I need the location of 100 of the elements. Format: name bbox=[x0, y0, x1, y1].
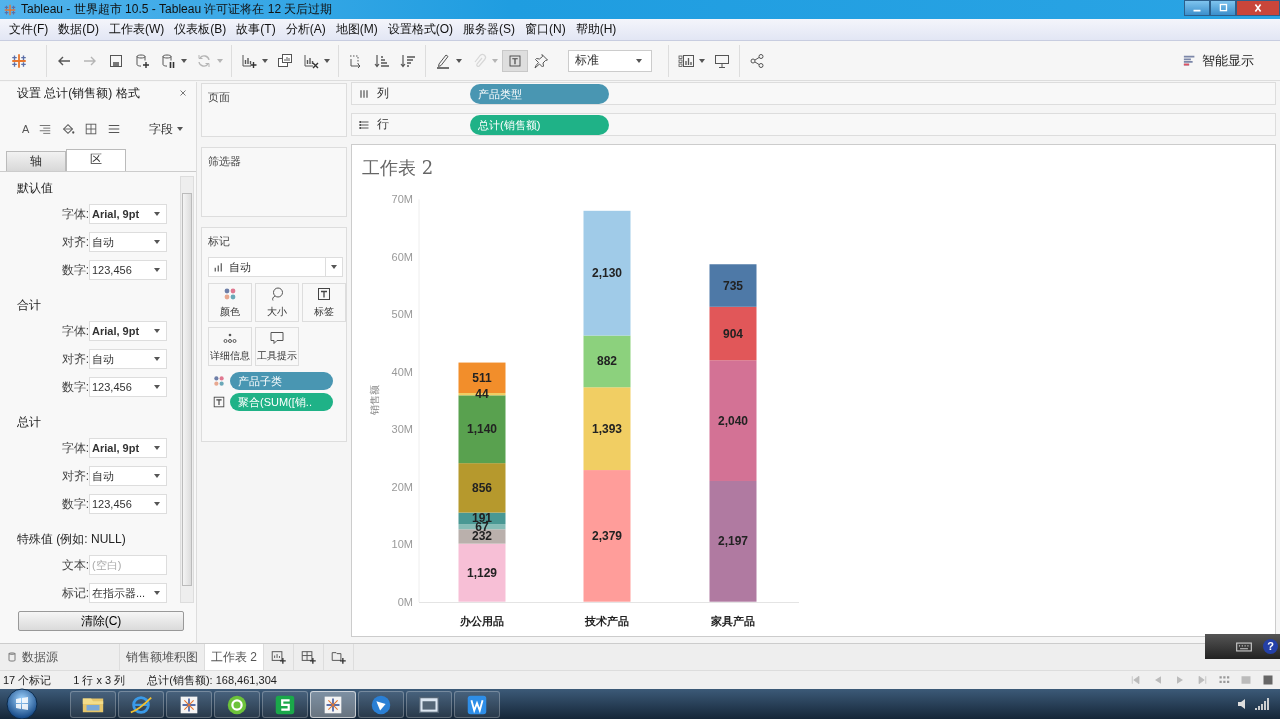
menu-item[interactable]: 分析(A) bbox=[280, 21, 331, 38]
taskbar-app-icon[interactable] bbox=[310, 690, 356, 718]
caret-icon[interactable] bbox=[455, 56, 463, 65]
taskbar-app-icon[interactable] bbox=[406, 690, 452, 718]
status-text: 17 个标记 bbox=[3, 672, 52, 688]
tooltip-button[interactable]: 工具提示 bbox=[255, 327, 299, 366]
borders-icon[interactable] bbox=[84, 122, 99, 136]
bar-segment[interactable] bbox=[583, 335, 631, 388]
caret-icon[interactable] bbox=[635, 56, 643, 65]
taskbar-app-icon[interactable] bbox=[70, 690, 116, 718]
label-button[interactable]: 标签 bbox=[302, 283, 346, 322]
data-label: 2,130 bbox=[592, 266, 622, 281]
color-icon bbox=[222, 286, 238, 302]
menu-item[interactable]: 地图(M) bbox=[330, 21, 383, 38]
text-field[interactable]: (空白) bbox=[89, 555, 167, 575]
menu-item[interactable]: 帮助(H) bbox=[570, 21, 622, 38]
data-label: 2,040 bbox=[718, 413, 748, 428]
data-source-tab[interactable]: 数据源 bbox=[0, 644, 120, 670]
bar-segment[interactable] bbox=[709, 306, 757, 361]
dropdown[interactable]: Arial, 9pt bbox=[89, 321, 167, 341]
menu-item[interactable]: 故事(T) bbox=[231, 21, 281, 38]
menu-item[interactable]: 工作表(W) bbox=[104, 21, 170, 38]
panel-tab[interactable]: 区 bbox=[66, 149, 126, 171]
minimize-button[interactable] bbox=[1184, 0, 1210, 16]
taskbar-app-icon[interactable] bbox=[118, 690, 164, 718]
category-label: 家具产品 bbox=[711, 615, 755, 627]
caret-icon[interactable] bbox=[323, 56, 331, 65]
detail-button[interactable]: 详细信息 bbox=[208, 327, 252, 366]
section-title: 总计 bbox=[17, 414, 42, 431]
start-button[interactable] bbox=[6, 688, 38, 719]
align-icon[interactable] bbox=[38, 122, 53, 136]
menu-item[interactable]: 文件(F) bbox=[4, 21, 54, 38]
axis-title: 销售额 bbox=[369, 385, 380, 415]
taskbar-app-icon[interactable] bbox=[214, 690, 260, 718]
field-label: 对齐: bbox=[60, 233, 89, 251]
dropdown[interactable]: 自动 bbox=[89, 232, 167, 252]
data-label: 511 bbox=[472, 370, 492, 385]
logo-icon[interactable] bbox=[10, 51, 28, 70]
fields-menu[interactable]: 字段 bbox=[149, 120, 184, 138]
caret-icon[interactable] bbox=[261, 56, 269, 65]
full-view-icon[interactable] bbox=[1262, 674, 1274, 686]
bar-segment[interactable] bbox=[458, 463, 506, 513]
dropdown[interactable]: 123,456 bbox=[89, 260, 167, 280]
maximize-button[interactable] bbox=[1210, 0, 1236, 16]
signal-icon[interactable] bbox=[1254, 696, 1270, 712]
fit-dropdown[interactable]: 标准 bbox=[568, 49, 652, 72]
card-title: 筛选器 bbox=[208, 154, 242, 169]
sheet-tab[interactable]: 工作表 2 bbox=[205, 644, 264, 670]
color-button[interactable]: 颜色 bbox=[208, 283, 252, 322]
font-tool[interactable]: A bbox=[22, 123, 30, 135]
bar-segment[interactable] bbox=[583, 387, 631, 471]
menu-item[interactable]: 设置格式(O) bbox=[382, 21, 458, 38]
label-icon bbox=[316, 286, 332, 302]
close-icon[interactable] bbox=[178, 88, 188, 98]
database-icon bbox=[6, 651, 18, 663]
menu-item[interactable]: 窗口(N) bbox=[520, 21, 571, 38]
caret-icon bbox=[153, 210, 161, 218]
dropdown[interactable]: 123,456 bbox=[89, 494, 167, 514]
axis-tick-label: 40M bbox=[391, 365, 413, 378]
bar-chart-icon bbox=[213, 261, 225, 273]
help-button[interactable]: ? bbox=[1263, 639, 1278, 654]
lines-icon[interactable] bbox=[107, 122, 122, 136]
taskbar-app-icon[interactable] bbox=[166, 690, 212, 718]
dropdown[interactable]: 自动 bbox=[89, 466, 167, 486]
taskbar-app-icon[interactable] bbox=[358, 690, 404, 718]
status-text: 1 行 x 3 列 bbox=[73, 672, 126, 688]
tooltip-icon bbox=[269, 330, 285, 346]
dropdown[interactable]: Arial, 9pt bbox=[89, 438, 167, 458]
caret-icon bbox=[153, 472, 161, 480]
caret-icon[interactable] bbox=[180, 56, 188, 65]
taskbar-app-icon[interactable] bbox=[262, 690, 308, 718]
taskbar-app-icon[interactable] bbox=[454, 690, 500, 718]
clear-button[interactable]: 清除(C) bbox=[18, 611, 184, 631]
paint-bucket-icon[interactable] bbox=[61, 122, 76, 136]
dropdown[interactable]: 自动 bbox=[89, 349, 167, 369]
dropdown[interactable]: Arial, 9pt bbox=[89, 204, 167, 224]
data-label: 1,140 bbox=[467, 422, 497, 437]
dropdown[interactable]: 在指示器... bbox=[89, 583, 167, 603]
mark-type-dropdown[interactable]: 自动 bbox=[208, 257, 343, 277]
bar-segment[interactable] bbox=[458, 543, 506, 602]
menu-item[interactable]: 服务器(S) bbox=[458, 21, 520, 38]
field-label: 标记: bbox=[60, 584, 89, 602]
sheet-title: 工作表 2 bbox=[361, 156, 435, 180]
panel-tab[interactable]: 轴 bbox=[6, 151, 66, 171]
scrollbar[interactable] bbox=[180, 176, 194, 603]
axis-tick-label: 60M bbox=[391, 250, 413, 263]
bar-segment[interactable] bbox=[709, 264, 757, 307]
size-button[interactable]: 大小 bbox=[255, 283, 299, 322]
field-label: 文本: bbox=[60, 556, 89, 574]
shelf-label: 列 bbox=[377, 85, 389, 102]
close-button[interactable] bbox=[1236, 0, 1280, 16]
caret-icon bbox=[153, 589, 161, 597]
text-icon[interactable] bbox=[502, 49, 528, 72]
menu-item[interactable]: 数据(D) bbox=[53, 21, 104, 38]
dropdown[interactable]: 123,456 bbox=[89, 377, 167, 397]
data-label: 1,393 bbox=[592, 421, 622, 436]
caret-icon[interactable] bbox=[698, 56, 706, 65]
menu-item[interactable]: 仪表板(B) bbox=[169, 21, 232, 38]
data-label: 2,379 bbox=[592, 528, 622, 543]
show-me-button[interactable]: 智能显示 bbox=[1183, 51, 1254, 70]
